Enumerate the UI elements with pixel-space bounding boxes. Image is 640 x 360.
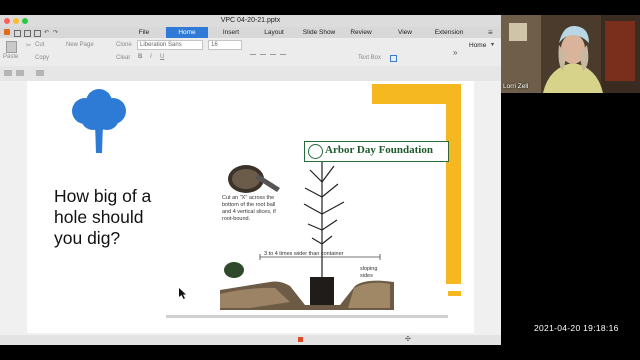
paste-icon[interactable] [6,41,17,53]
slope-label: sloping sides [360,266,378,279]
accent-bar-small [448,291,461,296]
secondary-toolbar [0,66,501,81]
text-box-icon[interactable] [390,55,397,62]
menu-file[interactable]: File [128,27,160,38]
menu-slide-show[interactable]: Slide Show [297,27,341,38]
planting-diagram-drawing [220,162,394,310]
arbor-seal-icon [308,144,323,159]
view-mode-icon[interactable]: ✣ [405,335,411,343]
new-file-icon[interactable] [14,30,21,37]
app-logo-icon [4,29,10,35]
menu-review[interactable]: Review [343,27,379,38]
home-tab-label[interactable]: Home [469,42,486,49]
window-title: VPC 04-20-21.pptx [220,17,281,24]
align-right-icon[interactable] [270,54,276,55]
copy-button[interactable]: Copy [35,55,49,61]
outline-icon[interactable] [16,70,24,76]
participant-video-frame [501,15,640,93]
tree-icon [72,89,126,153]
chevron-down-icon[interactable]: ▾ [491,41,494,48]
root-callout: Cut an "X" across the bottom of the root… [222,195,284,223]
slide-thumb-icon[interactable] [4,70,12,76]
open-icon[interactable] [24,30,31,37]
slide-heading: How big of a hole should you dig? [54,186,152,248]
menu-extension[interactable]: Extension [427,27,471,38]
justify-icon[interactable] [280,54,286,55]
undo-icon[interactable]: ↶ [44,29,49,36]
participant-name: Lorri Zell [503,83,529,90]
menu-insert[interactable]: Insert [213,27,249,38]
font-size-select[interactable]: 16 [208,40,242,50]
align-left-icon[interactable] [250,54,256,55]
align-center-icon[interactable] [260,54,266,55]
clone-button[interactable]: Clone [116,42,132,48]
recording-timestamp: 2021-04-20 19:18:16 [534,323,619,333]
font-size-value: 16 [211,42,218,48]
new-page-button[interactable]: New Page [66,42,94,48]
redo-icon[interactable]: ↷ [53,29,58,36]
save-icon[interactable] [34,30,41,37]
menu-view[interactable]: View [388,27,422,38]
menu-bar: ↶ ↷ File Home Insert Layout Slide Show R… [0,27,501,38]
paste-button[interactable]: Paste [3,54,18,60]
underline-button[interactable]: U [160,54,164,60]
record-icon[interactable] [298,337,303,342]
more-icon[interactable]: » [453,48,457,57]
italic-button[interactable]: I [150,54,152,60]
minimize-window-button[interactable] [13,18,19,24]
quick-access-icons: ↶ ↷ [4,29,64,37]
participant-video: Lorri Zell [501,15,640,93]
ribbon-toolbar: Paste ✂ Cut Copy New Page Clone Clear Li… [0,38,501,67]
text-box-button[interactable]: Text Box [358,55,381,61]
font-name-select[interactable]: Liberation Sans [137,40,203,50]
planting-diagram: Cut an "X" across the bottom of the root… [220,162,394,310]
menu-home[interactable]: Home [166,27,208,38]
width-label: 3 to 4 times wider than container [264,251,344,257]
menu-icon[interactable]: ≡ [488,28,493,37]
arbor-day-brand: Arbor Day Foundation [325,144,433,156]
cut-icon[interactable]: ✂ [26,42,31,49]
window-titlebar: VPC 04-20-21.pptx [0,15,501,27]
mouse-cursor-icon [179,288,186,299]
arbor-day-logo: Arbor Day Foundation [304,141,449,162]
slide-bottom-rule [166,315,448,318]
cut-button[interactable]: Cut [35,42,44,48]
accent-bar-right [446,84,461,284]
zoom-window-button[interactable] [22,18,28,24]
close-window-button[interactable] [4,18,10,24]
clear-button[interactable]: Clear [116,55,130,61]
font-name-value: Liberation Sans [140,42,182,48]
slide[interactable]: How big of a hole should you dig? Arbor … [27,81,474,333]
bold-button[interactable]: B [138,54,142,60]
status-bar: ✣ [0,335,501,345]
menu-layout[interactable]: Layout [255,27,293,38]
format-icons [250,41,350,61]
notes-icon[interactable] [36,70,44,76]
